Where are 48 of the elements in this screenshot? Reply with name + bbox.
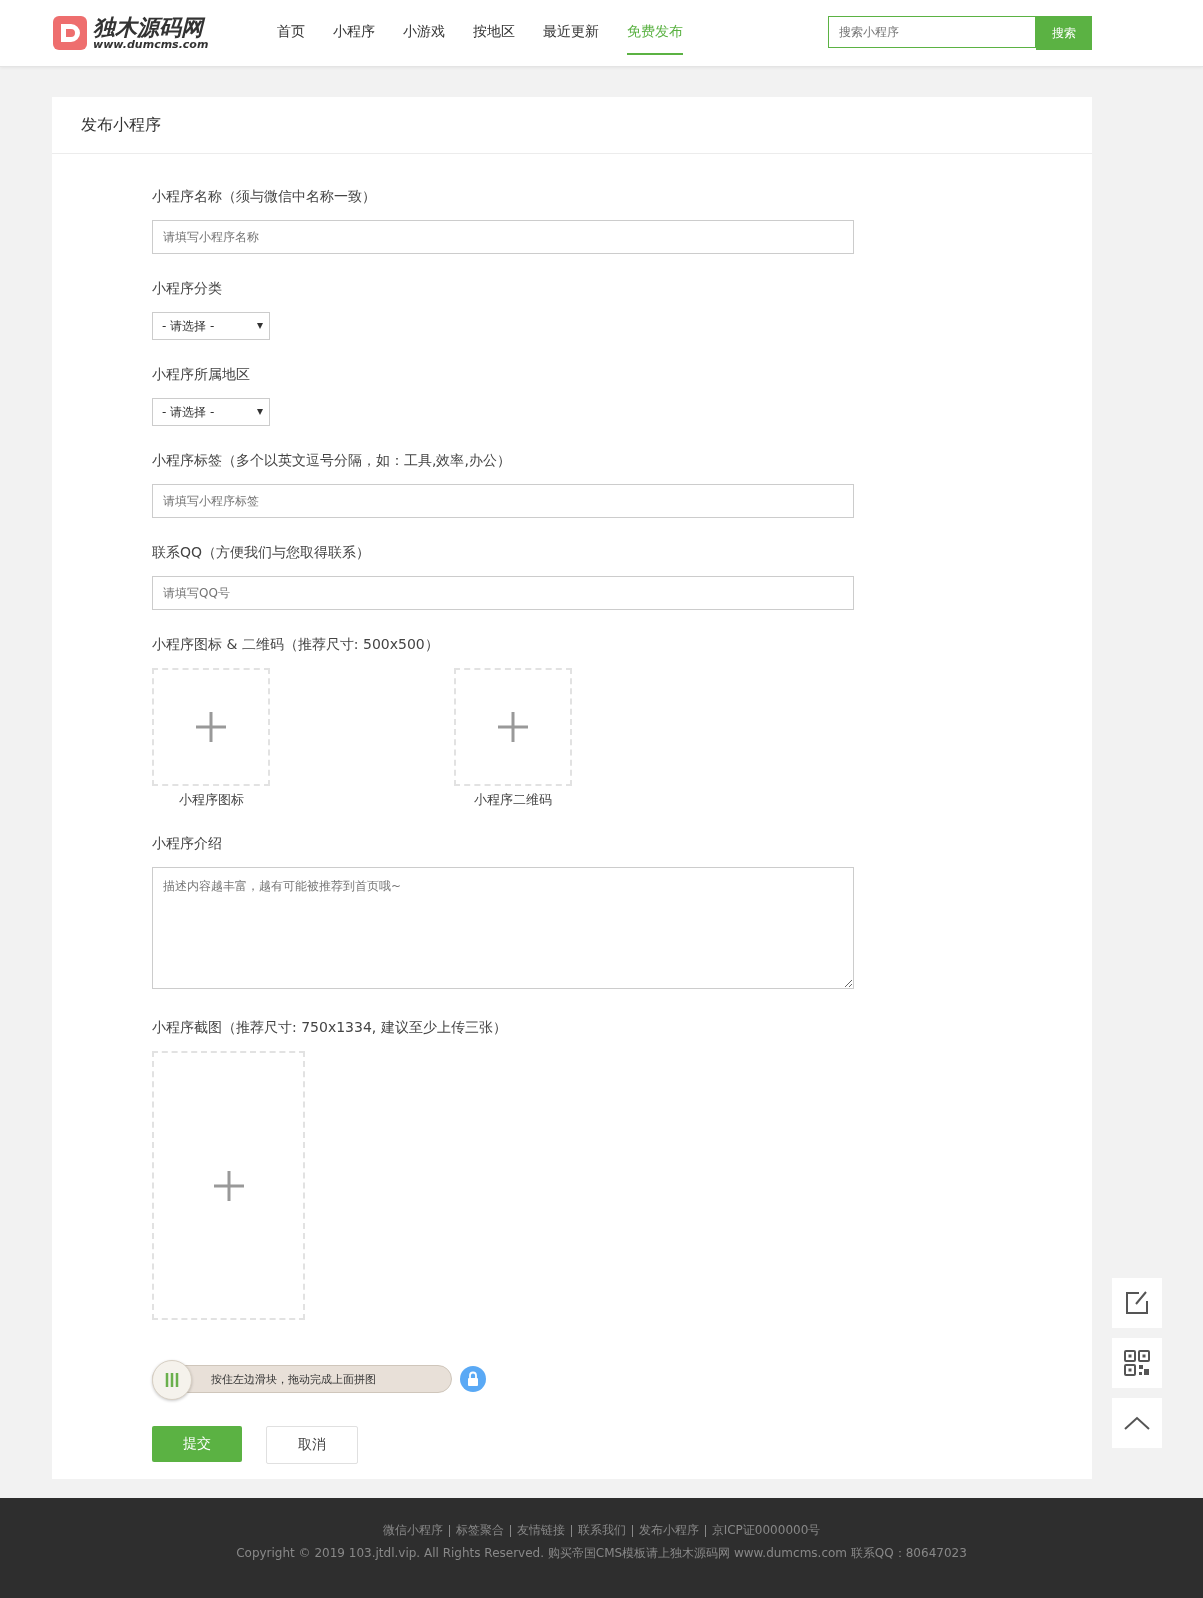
field-label: 联系QQ（方便我们与您取得联系）: [152, 544, 372, 562]
footer-link[interactable]: 友情链接: [516, 1522, 565, 1539]
card-title: 发布小程序: [52, 97, 1092, 154]
slider-handle[interactable]: [152, 1360, 192, 1400]
upload-caption: 小程序图标: [178, 791, 244, 809]
copyright-text: Copyright © 2019 103.jtdl.vip. All Rights Reserved. 购买帝国CMS模板请上独木源码网 www.dumcms.com 联系QQ：80647023: [236, 1545, 967, 1562]
input-field[interactable]: 请填写小程序名称: [152, 220, 854, 254]
field-label: 小程序介绍: [152, 835, 223, 853]
footer-link[interactable]: 微信小程序: [382, 1522, 443, 1539]
qr-code-icon: [1124, 1350, 1150, 1376]
input-field[interactable]: 请填写QQ号: [152, 576, 854, 610]
chevron-up-icon: [1124, 1416, 1150, 1430]
nav-link[interactable]: 最近更新: [529, 0, 613, 66]
field-label: 小程序名称（须与微信中名称一致）: [152, 188, 377, 206]
slider-hint: 按住左边滑块，拖动完成上面拼图: [211, 1371, 376, 1387]
field-label: 小程序所属地区: [152, 366, 251, 384]
select-dropdown[interactable]: - 请选择 -: [152, 398, 270, 426]
plus-icon: [498, 712, 528, 742]
cancel-button[interactable]: 取消: [266, 1426, 358, 1464]
logo-url: www.dumcms.com: [93, 38, 209, 50]
plus-icon: [196, 712, 226, 742]
back-to-top-button[interactable]: [1112, 1398, 1162, 1448]
footer-link[interactable]: 联系我们: [577, 1522, 626, 1539]
caret-icon: [257, 409, 263, 415]
footer-link[interactable]: 京ICP证0000000号: [711, 1522, 821, 1539]
qr-code-button[interactable]: [1112, 1338, 1162, 1388]
nav-link[interactable]: 小游戏: [389, 0, 459, 66]
plus-icon: [213, 1170, 244, 1201]
logo-title: 独木源码网: [93, 16, 209, 39]
caret-icon: [257, 323, 263, 329]
logo-icon: [53, 16, 87, 50]
lock-icon: [460, 1366, 486, 1392]
field-label: 小程序截图（推荐尺寸: 750x1334, 建议至少上传三张）: [152, 1019, 508, 1037]
field-label: 小程序图标 & 二维码（推荐尺寸: 500x500）: [152, 636, 440, 654]
input-field[interactable]: 请填写小程序标签: [152, 484, 854, 518]
footer-link[interactable]: 发布小程序: [638, 1522, 699, 1539]
textarea-field[interactable]: 描述内容越丰富，越有可能被推荐到首页哦~: [152, 867, 854, 989]
edit-button[interactable]: [1112, 1278, 1162, 1328]
upload-caption: 小程序二维码: [474, 791, 552, 809]
search-field[interactable]: 搜索小程序: [828, 16, 1036, 48]
nav-link[interactable]: 小程序: [319, 0, 389, 66]
field-label: 小程序分类: [152, 280, 223, 298]
field-label: 小程序标签（多个以英文逗号分隔，如：工具,效率,办公）: [152, 452, 512, 470]
select-dropdown[interactable]: - 请选择 -: [152, 312, 270, 340]
nav-link[interactable]: 首页: [263, 0, 319, 66]
nav-link[interactable]: 按地区: [459, 0, 529, 66]
footer-link[interactable]: 标签聚合: [455, 1522, 504, 1539]
edit-icon: [1125, 1291, 1149, 1315]
